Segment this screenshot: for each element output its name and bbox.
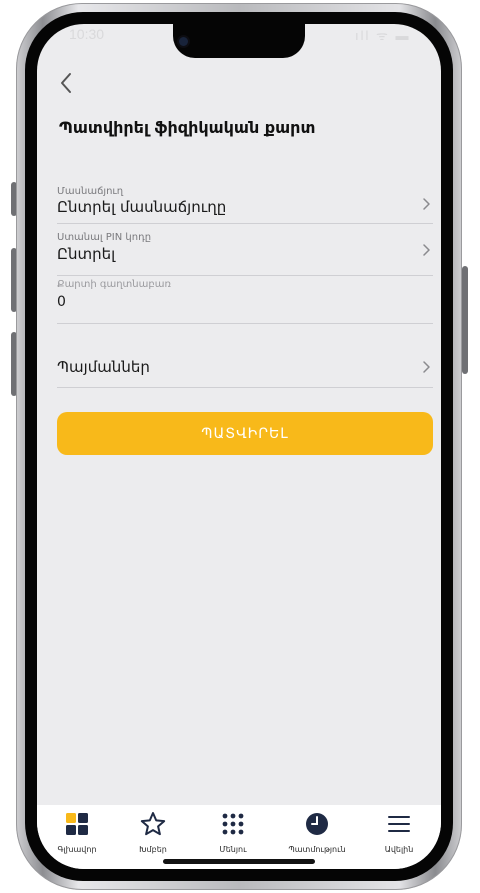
chevron-right-icon: [423, 244, 430, 256]
tab-history[interactable]: Պատմություն: [277, 811, 357, 861]
divider: [57, 387, 433, 388]
branch-label: Մասնաճյուղ: [57, 186, 124, 197]
page-title: Պատվիրել ֆիզիկական քարտ: [59, 118, 316, 137]
tab-menu[interactable]: Մենյու: [193, 811, 273, 861]
back-arrow-icon[interactable]: [57, 70, 77, 96]
divider: [57, 223, 433, 224]
power-button: [462, 266, 468, 374]
status-icons: ıll ᯤ ▬: [355, 28, 411, 43]
tab-history-label: Պատմություն: [288, 845, 346, 854]
branch-selector[interactable]: Մասնաճյուղ Ընտրել մասնաճյուղը: [57, 184, 433, 224]
star-icon: [140, 812, 166, 836]
tab-home[interactable]: Գլխավոր: [37, 811, 117, 861]
tab-groups[interactable]: Խմբեր: [113, 811, 193, 861]
pin-label: Ստանալ PIN կոդը: [57, 232, 152, 243]
tab-menu-label: Մենյու: [219, 845, 247, 854]
stage: 10:30 ıll ᯤ ▬ Պատվիրել ֆիզիկական քարտ Մա…: [0, 0, 480, 893]
tab-more-label: Ավելին: [384, 845, 414, 854]
password-label: Քարտի գաղտնաբառ: [57, 279, 171, 290]
tab-more[interactable]: Ավելին: [359, 811, 439, 861]
status-time: 10:30: [69, 26, 105, 42]
clock-icon: [306, 813, 328, 835]
branch-value: Ընտրել մասնաճյուղը: [57, 198, 227, 216]
camera-icon: [179, 37, 188, 46]
divider: [57, 275, 433, 276]
notch: [173, 24, 305, 58]
tab-home-label: Գլխավոր: [57, 845, 97, 854]
hamburger-menu-icon: [388, 816, 410, 832]
terms-row[interactable]: Պայմաններ: [57, 354, 433, 388]
home-indicator: [163, 859, 315, 864]
pin-value: Ընտրել: [57, 245, 116, 263]
home-grid-icon: [66, 813, 88, 835]
password-value[interactable]: 0: [57, 294, 66, 310]
chevron-right-icon: [423, 198, 430, 210]
chevron-right-icon: [423, 361, 430, 373]
dots-grid-icon: [222, 813, 244, 835]
pin-selector[interactable]: Ստանալ PIN կոդը Ընտրել: [57, 230, 433, 276]
card-password-field[interactable]: Քարտի գաղտնաբառ 0: [57, 278, 433, 324]
tab-groups-label: Խմբեր: [139, 845, 167, 854]
terms-label: Պայմաններ: [57, 358, 150, 376]
confirm-button[interactable]: ՊԱՏՎԻՐԵԼ: [57, 412, 433, 455]
divider: [57, 323, 433, 324]
screen: 10:30 ıll ᯤ ▬ Պատվիրել ֆիզիկական քարտ Մա…: [37, 24, 441, 869]
